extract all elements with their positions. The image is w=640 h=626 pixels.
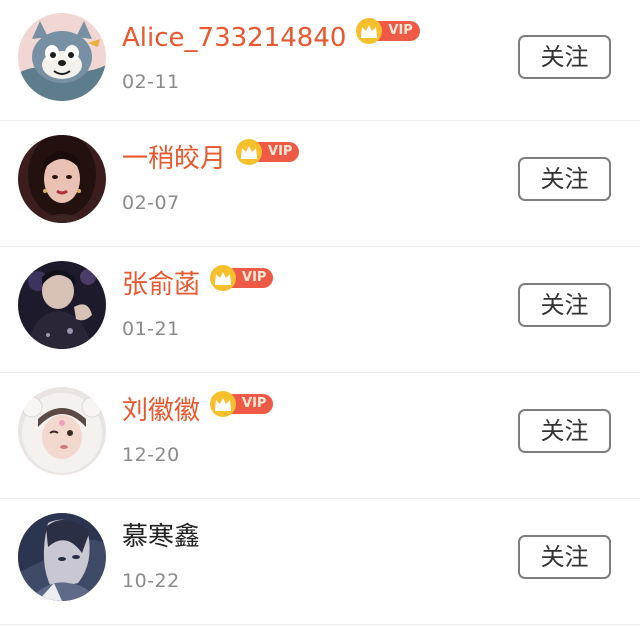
vip-badge: VIP [210, 391, 274, 417]
list-item[interactable]: 刘徽徽 VIP 12-20 关注 [0, 373, 640, 499]
follow-date: 01-21 [122, 318, 180, 340]
follow-date: 10-22 [122, 570, 180, 592]
follow-button[interactable]: 关注 [518, 35, 611, 79]
follow-button[interactable]: 关注 [518, 409, 611, 453]
vip-badge: VIP [236, 139, 300, 165]
girl-hood-avatar-icon[interactable] [18, 387, 106, 475]
woman-portrait-avatar-icon[interactable] [18, 135, 106, 223]
follow-date: 02-07 [122, 192, 180, 214]
vip-badge: VIP [356, 18, 420, 44]
crown-icon [210, 265, 237, 291]
username[interactable]: 一稍皎月 [122, 141, 226, 177]
follow-button[interactable]: 关注 [518, 157, 611, 201]
follow-date: 12-20 [122, 444, 180, 466]
list-item[interactable]: 一稍皎月 VIP 02-07 关注 [0, 121, 640, 247]
username[interactable]: 慕寒鑫 [122, 519, 200, 555]
follow-button[interactable]: 关注 [518, 535, 611, 579]
anime-character-avatar-icon[interactable] [18, 513, 106, 601]
follow-button[interactable]: 关注 [518, 283, 611, 327]
vip-badge: VIP [210, 265, 274, 291]
crown-icon [210, 391, 237, 417]
list-item[interactable]: 慕寒鑫 10-22 关注 [0, 499, 640, 625]
crown-icon [236, 139, 263, 165]
list-item[interactable]: 张俞菡 VIP 01-21 关注 [0, 247, 640, 373]
username[interactable]: 刘徽徽 [122, 393, 200, 429]
man-stage-avatar-icon[interactable] [18, 261, 106, 349]
username[interactable]: 张俞菡 [122, 267, 200, 303]
cartoon-cat-avatar-icon[interactable] [18, 13, 106, 101]
follow-list: Alice_733214840 VIP 02-11 关注 一稍皎月 VIP 02… [0, 0, 640, 626]
list-item[interactable]: Alice_733214840 VIP 02-11 关注 [0, 0, 640, 121]
username[interactable]: Alice_733214840 [122, 20, 346, 56]
follow-date: 02-11 [122, 71, 180, 93]
